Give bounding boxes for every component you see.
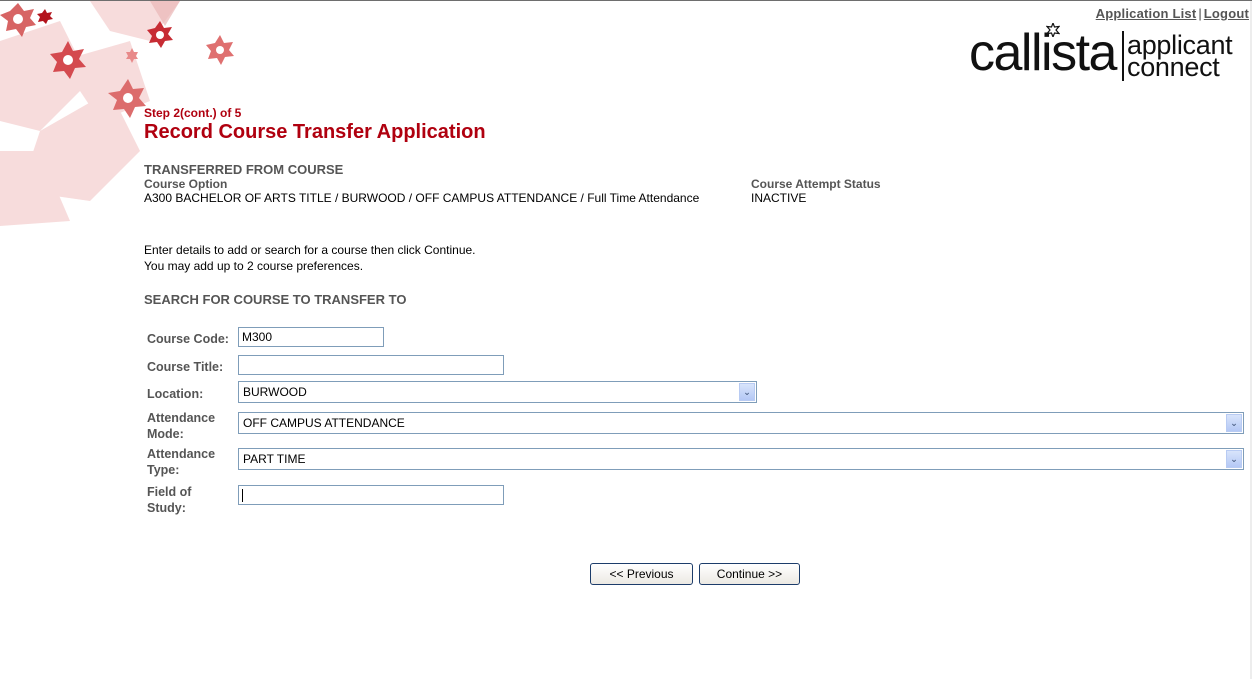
- attendance-type-label: Attendance Type:: [147, 446, 237, 478]
- attendance-type-label-line1: Attendance: [147, 447, 216, 461]
- step-indicator: Step 2(cont.) of 5: [144, 106, 242, 120]
- search-heading: SEARCH FOR COURSE TO TRANSFER TO: [144, 292, 407, 307]
- continue-button[interactable]: Continue >>: [699, 563, 800, 585]
- instructions: Enter details to add or search for a cou…: [144, 242, 476, 274]
- attendance-mode-selected-value: OFF CAMPUS ATTENDANCE: [243, 416, 405, 430]
- attendance-mode-label: Attendance Mode:: [147, 410, 237, 442]
- text-cursor: [242, 489, 243, 502]
- course-title-label: Course Title:: [147, 360, 224, 374]
- top-nav: Application List | Logout: [1096, 6, 1249, 21]
- main-content: Step 2(cont.) of 5 Record Course Transfe…: [144, 106, 1252, 515]
- logo-brand-text: callista: [969, 24, 1117, 82]
- course-code-label: Course Code:: [147, 332, 229, 346]
- location-select[interactable]: BURWOOD ⌄: [238, 381, 757, 403]
- attendance-type-label-line2: Type:: [147, 463, 180, 477]
- course-attempt-status-value: INACTIVE: [751, 191, 807, 205]
- field-of-study-label-line2: Study:: [147, 501, 186, 515]
- application-list-link[interactable]: Application List: [1096, 6, 1197, 21]
- attendance-mode-label-line1: Attendance: [147, 411, 216, 425]
- attendance-mode-select[interactable]: OFF CAMPUS ATTENDANCE ⌄: [238, 412, 1244, 434]
- location-selected-value: BURWOOD: [243, 385, 307, 399]
- chevron-down-icon[interactable]: ⌄: [1226, 414, 1242, 432]
- logout-link[interactable]: Logout: [1204, 6, 1249, 21]
- logo-product-line2: connect: [1127, 52, 1220, 82]
- instruction-line: Enter details to add or search for a cou…: [144, 243, 476, 257]
- attendance-type-select[interactable]: PART TIME ⌄: [238, 448, 1244, 470]
- callista-applicant-connect-logo: callista applicant connect: [969, 23, 1249, 83]
- field-of-study-label: Field of Study:: [147, 484, 237, 516]
- attendance-type-selected-value: PART TIME: [243, 452, 306, 466]
- transferred-from-heading: TRANSFERRED FROM COURSE: [144, 162, 344, 177]
- course-code-input[interactable]: M300: [238, 327, 384, 347]
- page-title: Record Course Transfer Application: [144, 121, 486, 143]
- attendance-mode-label-line2: Mode:: [147, 427, 184, 441]
- transferred-from-section: TRANSFERRED FROM COURSE Course Option Co…: [144, 162, 881, 205]
- logo-divider: [1122, 31, 1124, 81]
- chevron-down-icon[interactable]: ⌄: [1226, 450, 1242, 468]
- transferred-from-table: Course Option Course Attempt Status A300…: [144, 177, 881, 205]
- course-option-value: A300 BACHELOR OF ARTS TITLE / BURWOOD / …: [144, 191, 700, 205]
- field-of-study-label-line1: Field of: [147, 485, 192, 499]
- location-label: Location:: [147, 387, 204, 401]
- field-of-study-input[interactable]: [238, 485, 504, 505]
- instruction-line: You may add up to 2 course preferences.: [144, 259, 364, 273]
- previous-button[interactable]: << Previous: [590, 563, 693, 585]
- column-header-course-attempt-status: Course Attempt Status: [751, 177, 881, 191]
- chevron-down-icon[interactable]: ⌄: [739, 383, 755, 401]
- column-header-course-option: Course Option: [144, 177, 228, 191]
- link-separator: |: [1198, 6, 1202, 21]
- course-title-input[interactable]: [238, 355, 504, 375]
